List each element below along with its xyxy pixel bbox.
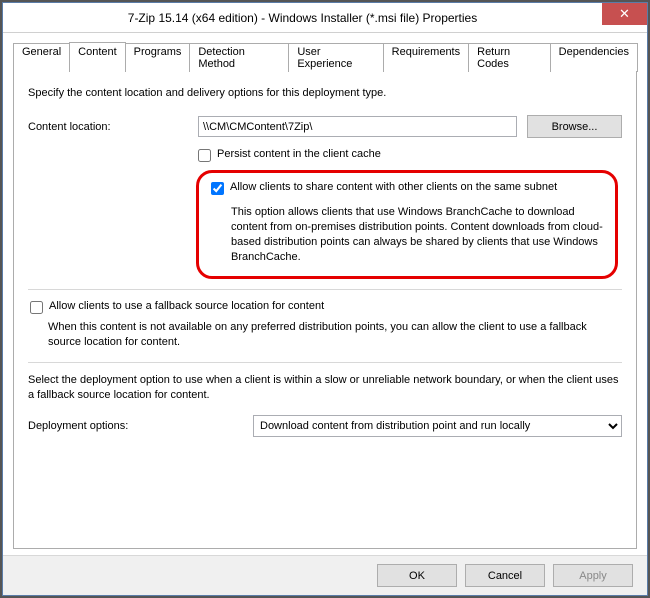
persist-cache-checkbox[interactable] bbox=[198, 149, 211, 162]
tab-return-codes[interactable]: Return Codes bbox=[468, 43, 551, 72]
share-highlight: Allow clients to share content with othe… bbox=[196, 170, 618, 279]
fallback-description: When this content is not available on an… bbox=[48, 320, 622, 350]
tab-panel-content: Specify the content location and deliver… bbox=[13, 71, 637, 549]
cancel-button[interactable]: Cancel bbox=[465, 564, 545, 587]
close-icon: ✕ bbox=[619, 6, 630, 22]
deployment-options-label: Deployment options: bbox=[28, 420, 253, 432]
titlebar: 7-Zip 15.14 (x64 edition) - Windows Inst… bbox=[3, 3, 647, 33]
close-button[interactable]: ✕ bbox=[602, 3, 647, 25]
share-content-label: Allow clients to share content with othe… bbox=[230, 181, 557, 193]
tab-requirements[interactable]: Requirements bbox=[383, 43, 469, 72]
dialog-footer: OK Cancel Apply bbox=[3, 555, 647, 595]
divider-1 bbox=[28, 289, 622, 290]
content-location-input[interactable] bbox=[198, 116, 517, 137]
content-location-label: Content location: bbox=[28, 121, 198, 133]
fallback-label: Allow clients to use a fallback source l… bbox=[49, 300, 324, 312]
deploy-intro: Select the deployment option to use when… bbox=[28, 373, 622, 403]
persist-cache-label: Persist content in the client cache bbox=[217, 148, 381, 160]
content-location-row: Content location: Browse... bbox=[28, 115, 622, 138]
tab-detection-method[interactable]: Detection Method bbox=[189, 43, 289, 72]
tab-strip: General Content Programs Detection Metho… bbox=[13, 41, 637, 71]
share-content-checkbox[interactable] bbox=[211, 182, 224, 195]
intro-text: Specify the content location and deliver… bbox=[28, 87, 622, 99]
share-content-row: Allow clients to share content with othe… bbox=[211, 181, 603, 195]
deployment-options-row: Deployment options: Download content fro… bbox=[28, 415, 622, 437]
client-area: General Content Programs Detection Metho… bbox=[3, 33, 647, 555]
tab-content[interactable]: Content bbox=[69, 42, 126, 71]
tab-user-experience[interactable]: User Experience bbox=[288, 43, 383, 72]
share-content-description: This option allows clients that use Wind… bbox=[231, 205, 603, 264]
fallback-row: Allow clients to use a fallback source l… bbox=[30, 300, 622, 314]
tab-programs[interactable]: Programs bbox=[125, 43, 191, 72]
dialog-window: 7-Zip 15.14 (x64 edition) - Windows Inst… bbox=[2, 2, 648, 596]
window-title: 7-Zip 15.14 (x64 edition) - Windows Inst… bbox=[3, 11, 602, 25]
tab-dependencies[interactable]: Dependencies bbox=[550, 43, 638, 72]
tab-general[interactable]: General bbox=[13, 43, 70, 72]
deployment-options-select[interactable]: Download content from distribution point… bbox=[253, 415, 622, 437]
fallback-checkbox[interactable] bbox=[30, 301, 43, 314]
browse-button[interactable]: Browse... bbox=[527, 115, 622, 138]
persist-cache-row: Persist content in the client cache bbox=[198, 148, 622, 162]
ok-button[interactable]: OK bbox=[377, 564, 457, 587]
apply-button[interactable]: Apply bbox=[553, 564, 633, 587]
divider-2 bbox=[28, 362, 622, 363]
